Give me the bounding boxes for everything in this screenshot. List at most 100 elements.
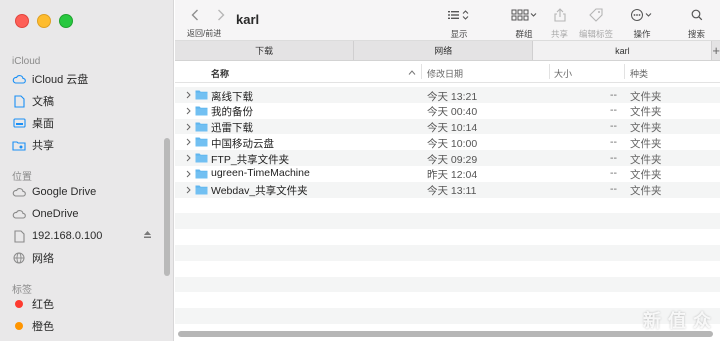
watermark: 新 值 众: [642, 311, 712, 331]
tab-downloads[interactable]: 下载: [175, 41, 355, 60]
empty-row: [175, 292, 720, 308]
list-item[interactable]: Webdav_共享文件夹 今天 13:11 -- 文件夹: [175, 181, 720, 198]
list-view-icon: [447, 6, 471, 24]
disclosure-chevron-icon[interactable]: [186, 153, 191, 165]
sidebar-item-icloud-drive[interactable]: iCloud 云盘: [12, 69, 162, 89]
sidebar: iCloud iCloud 云盘 文稿 桌面 共享 位置 Google Driv…: [0, 0, 174, 341]
window-title: karl: [236, 12, 260, 27]
close-window-button[interactable]: [15, 14, 29, 28]
nav-caption: 返回/前进: [187, 29, 222, 38]
group-button[interactable]: 群组: [511, 6, 537, 40]
list-item[interactable]: 迅雷下载 今天 10:14 -- 文件夹: [175, 118, 720, 135]
file-size: --: [610, 183, 617, 196]
share-label: 共享: [551, 29, 569, 39]
list-item[interactable]: 离线下载 今天 13:21 -- 文件夹: [175, 87, 720, 103]
sidebar-item-onedrive[interactable]: OneDrive: [12, 204, 162, 224]
column-name[interactable]: 名称: [211, 67, 229, 80]
sidebar-item-google-drive[interactable]: Google Drive: [12, 182, 162, 202]
edit-tags-button[interactable]: 编辑标签: [579, 6, 613, 40]
sidebar-item-label: 文稿: [32, 96, 54, 108]
action-button[interactable]: 操作: [630, 6, 654, 40]
tag-color-icon: [12, 297, 26, 311]
edit-tags-label: 编辑标签: [579, 29, 614, 39]
minimize-window-button[interactable]: [37, 14, 51, 28]
file-size: --: [610, 151, 617, 164]
file-size: --: [610, 120, 617, 133]
add-tab-button[interactable]: +: [712, 41, 720, 60]
sidebar-item-server[interactable]: 192.168.0.100: [12, 226, 162, 246]
file-date: 今天 10:14: [427, 122, 478, 135]
back-button[interactable]: [191, 8, 199, 26]
sidebar-item-label: OneDrive: [32, 208, 79, 220]
file-kind: 文件夹: [630, 185, 662, 198]
sidebar-item-label: 桌面: [32, 118, 54, 130]
finder-window: iCloud iCloud 云盘 文稿 桌面 共享 位置 Google Driv…: [0, 0, 720, 341]
sidebar-tag-red[interactable]: 红色: [12, 294, 162, 314]
sidebar-tag-orange[interactable]: 橙色: [12, 316, 162, 336]
search-button[interactable]: 搜索: [688, 6, 705, 40]
forward-button[interactable]: [217, 8, 225, 26]
disclosure-chevron-icon[interactable]: [186, 169, 191, 181]
list-item[interactable]: ugreen-TimeMachine 昨天 12:04 -- 文件夹: [175, 166, 720, 182]
disclosure-chevron-icon[interactable]: [186, 90, 191, 102]
list-item[interactable]: FTP_共享文件夹 今天 09:29 -- 文件夹: [175, 150, 720, 166]
disclosure-chevron-icon[interactable]: [186, 106, 191, 118]
disclosure-chevron-icon[interactable]: [186, 137, 191, 149]
empty-row: [175, 244, 720, 261]
share-button[interactable]: 共享: [551, 6, 568, 40]
tag-icon: [589, 6, 603, 24]
group-label: 群组: [515, 29, 533, 39]
file-kind: 文件夹: [630, 122, 662, 135]
sidebar-item-network[interactable]: 网络: [12, 248, 162, 268]
empty-row: [175, 213, 720, 230]
column-date[interactable]: 修改日期: [427, 67, 463, 80]
desktop-icon: [12, 116, 26, 130]
file-date: 昨天 12:04: [427, 169, 478, 182]
folder-icon: [195, 184, 208, 198]
column-kind[interactable]: 种类: [630, 67, 648, 80]
sidebar-item-label: Google Drive: [32, 186, 97, 198]
folder-icon: [195, 168, 208, 182]
action-label: 操作: [633, 29, 651, 39]
sidebar-item-shared[interactable]: 共享: [12, 135, 162, 155]
list-item[interactable]: 我的备份 今天 00:40 -- 文件夹: [175, 103, 720, 119]
document-icon: [12, 94, 26, 108]
ellipsis-circle-icon: [630, 6, 654, 24]
empty-row: [175, 276, 720, 293]
grid-icon: [511, 6, 537, 24]
disclosure-chevron-icon[interactable]: [186, 185, 191, 197]
view-label: 显示: [450, 29, 468, 39]
disclosure-chevron-icon[interactable]: [186, 122, 191, 134]
file-kind: 文件夹: [630, 169, 662, 182]
view-button[interactable]: 显示: [447, 6, 471, 40]
file-size: --: [610, 167, 617, 180]
file-list: 离线下载 今天 13:21 -- 文件夹 我的备份 今天 00:40 -- 文件…: [175, 87, 720, 324]
sidebar-item-label: 192.168.0.100: [32, 230, 103, 242]
sidebar-section-locations: 位置: [12, 172, 32, 183]
empty-row: [175, 261, 720, 277]
eject-icon[interactable]: [143, 230, 152, 242]
sidebar-item-label: 网络: [32, 253, 54, 265]
folder-icon: [195, 136, 208, 150]
sidebar-item-label: 橙色: [32, 321, 54, 333]
sidebar-item-desktop[interactable]: 桌面: [12, 113, 162, 133]
sidebar-item-documents[interactable]: 文稿: [12, 91, 162, 111]
file-name: ugreen-TimeMachine: [211, 167, 310, 180]
file-name: 离线下载: [211, 90, 253, 103]
list-item[interactable]: 中国移动云盘 今天 10:00 -- 文件夹: [175, 134, 720, 150]
horizontal-scrollbar[interactable]: [178, 331, 713, 337]
window-controls: [15, 14, 73, 28]
sort-ascending-icon: [408, 70, 416, 75]
folder-icon: [195, 152, 208, 166]
column-size[interactable]: 大小: [554, 67, 572, 80]
file-name: Webdav_共享文件夹: [211, 185, 308, 198]
folder-icon: [195, 105, 208, 119]
file-date: 今天 00:40: [427, 106, 478, 119]
sidebar-scrollbar[interactable]: [164, 138, 170, 276]
zoom-window-button[interactable]: [59, 14, 73, 28]
column-header: 名称 修改日期 大小 种类: [175, 61, 720, 83]
file-size: --: [610, 88, 617, 101]
tab-karl[interactable]: karl: [533, 41, 713, 60]
tab-network[interactable]: 网络: [354, 41, 534, 60]
cloud-icon: [12, 185, 26, 199]
